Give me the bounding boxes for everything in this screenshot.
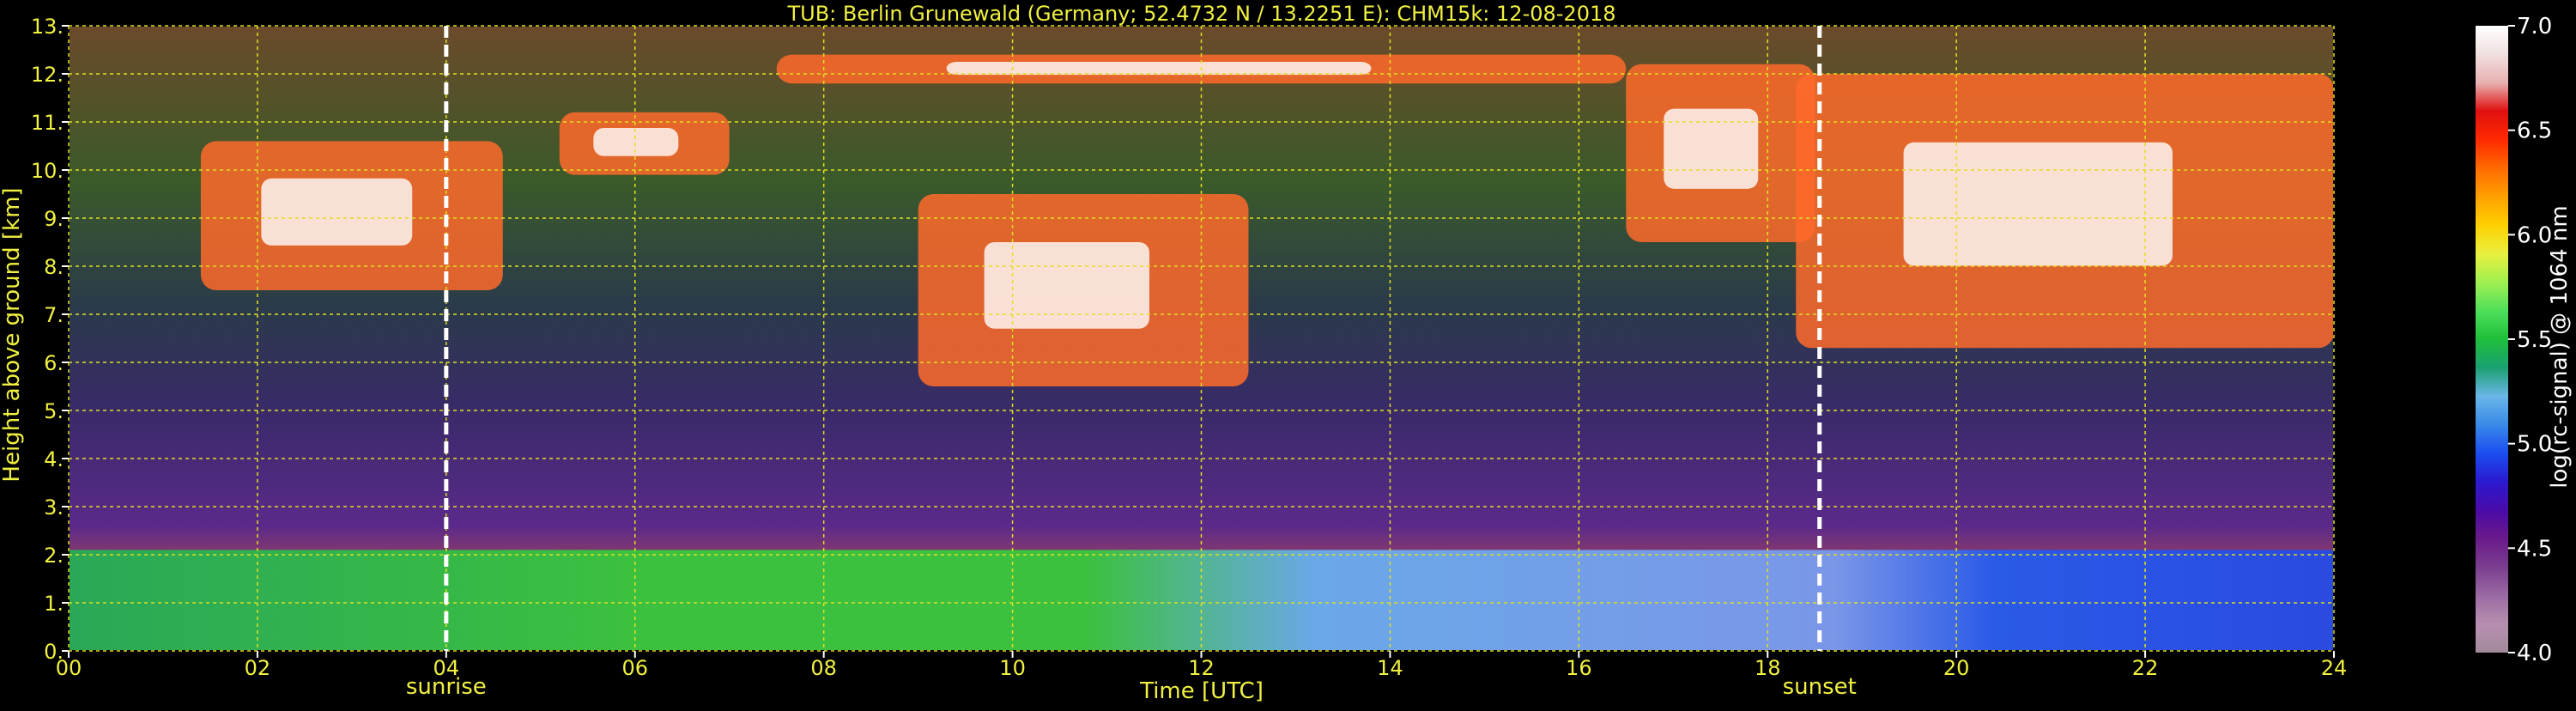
y-tick-label: 8. — [44, 255, 64, 279]
colorbar-label: log(rc-signal) @ 1064 nm — [2547, 205, 2573, 488]
y-tick-label: 4. — [44, 447, 64, 471]
x-tick-label: 08 — [810, 656, 837, 680]
x-tick-label: 22 — [2132, 656, 2159, 680]
x-axis-label: Time [UTC] — [1139, 678, 1264, 704]
y-axis: 0. 1. 2. 3. 4. 5. 6. 7. 8. 9. 10. 11. 12. 13. — [31, 15, 69, 664]
x-tick-label: 20 — [1943, 656, 1970, 680]
colorbar-tick-label: 7.0 — [2517, 14, 2552, 40]
cloud-core-1 — [261, 178, 413, 246]
chart-title: TUB: Berlin Grunewald (Germany; 52.4732 … — [786, 2, 1615, 26]
x-axis: 00 02 04 06 08 10 12 14 16 18 20 22 24 — [56, 651, 2348, 680]
colorbar: 4.04.55.05.56.06.57.0 — [2476, 14, 2552, 666]
colorbar-tick-label: 4.0 — [2517, 641, 2552, 666]
x-tick-label: 02 — [245, 656, 271, 680]
y-tick-label: 0. — [44, 640, 64, 664]
sunset-label: sunset — [1783, 674, 1857, 700]
y-tick-label: 7. — [44, 303, 64, 327]
y-tick-label: 10. — [31, 159, 64, 183]
x-tick-label: 14 — [1377, 656, 1403, 680]
cloud-core-6 — [1903, 142, 2173, 266]
y-tick-label: 2. — [44, 544, 64, 568]
cloud-core-2 — [593, 128, 679, 156]
y-tick-label: 6. — [44, 351, 64, 375]
lidar-chart: TUB: Berlin Grunewald (Germany; 52.4732 … — [0, 0, 2576, 708]
x-tick-label: 24 — [2321, 656, 2348, 680]
y-axis-label: Height above ground [km] — [0, 187, 25, 482]
y-tick-label: 5. — [44, 399, 64, 423]
chart-svg: TUB: Berlin Grunewald (Germany; 52.4732 … — [0, 2, 2573, 704]
y-tick-label: 9. — [44, 207, 64, 231]
x-tick-label: 04 — [433, 656, 460, 680]
colorbar-tick-label: 4.5 — [2517, 536, 2552, 562]
x-tick-label: 16 — [1566, 656, 1592, 680]
y-tick-label: 1. — [44, 592, 64, 616]
boundary-layer-0 — [69, 550, 2334, 651]
y-tick-label: 13. — [31, 15, 64, 39]
x-tick-label: 18 — [1755, 656, 1781, 680]
y-tick-label: 3. — [44, 495, 64, 520]
x-tick-label: 06 — [621, 656, 648, 680]
x-tick-label: 12 — [1188, 656, 1215, 680]
x-tick-label: 10 — [999, 656, 1026, 680]
colorbar-scale — [2476, 26, 2508, 653]
y-tick-label: 12. — [31, 63, 64, 87]
cloud-core-5 — [1664, 108, 1759, 189]
colorbar-tick-label: 6.5 — [2517, 118, 2552, 144]
cloud-core-3 — [984, 242, 1150, 329]
cloud-core-4 — [946, 62, 1372, 76]
y-tick-label: 11. — [31, 111, 64, 135]
